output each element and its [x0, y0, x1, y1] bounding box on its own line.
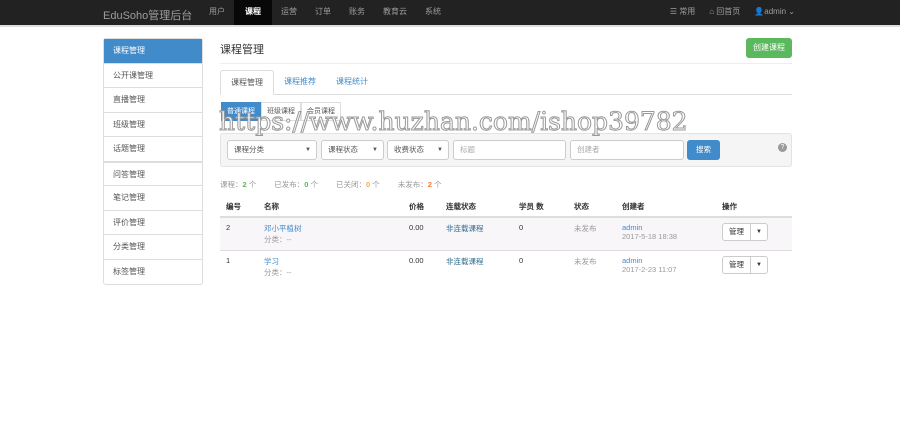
- closed-count: 0: [366, 180, 371, 189]
- tab-course-manage[interactable]: 课程管理: [220, 70, 274, 95]
- brand[interactable]: EduSoho管理后台: [103, 7, 192, 23]
- search-button[interactable]: 搜索: [687, 140, 720, 160]
- caret-icon: ▼: [305, 147, 311, 153]
- pill-normal[interactable]: 普通课程: [221, 102, 261, 121]
- course-type-pills: 普通课程 班级课程 会员课程: [221, 102, 341, 121]
- unpublished-count: 2: [427, 180, 432, 189]
- chevron-down-icon: ⌄: [786, 7, 795, 16]
- table-row: 2 邓小平植树 分类：-- 0.00 非连载课程 0 未发布 admin 2017-…: [220, 216, 792, 251]
- col-creator: 创建者: [616, 197, 716, 218]
- sidebar: 课程管理 公开课管理 直播管理 班级管理 话题管理 问答管理 笔记管理 评价管理…: [103, 38, 203, 285]
- pill-class[interactable]: 班级课程: [261, 102, 301, 121]
- category-select[interactable]: 课程分类 ▼: [227, 140, 317, 160]
- help-icon[interactable]: ?: [778, 143, 787, 152]
- manage-button[interactable]: 管理: [723, 257, 750, 273]
- creator-link[interactable]: admin: [622, 256, 710, 265]
- top-navbar: EduSoho管理后台 用户 课程 运营 订单 账务 教育云 系统 ☰ 常用 ⌂…: [0, 0, 900, 27]
- sidebar-item-category[interactable]: 分类管理: [104, 235, 202, 260]
- table-row: 1 学习 分类：-- 0.00 非连载课程 0 未发布 admin 2017-2-2…: [220, 250, 792, 284]
- sidebar-item-topic[interactable]: 话题管理: [104, 137, 202, 162]
- pill-member[interactable]: 会员课程: [301, 102, 341, 121]
- nav-cloud[interactable]: 教育云: [374, 0, 416, 25]
- charge-select[interactable]: 收费状态 ▼: [387, 140, 449, 160]
- nav-common[interactable]: ☰ 常用: [670, 0, 695, 24]
- creator-input[interactable]: 创建者: [570, 140, 684, 160]
- divider: [220, 63, 792, 64]
- nav-home[interactable]: ⌂ 回首页: [709, 0, 740, 24]
- sidebar-item-tags[interactable]: 标签管理: [104, 260, 202, 285]
- nav-courses[interactable]: 课程: [234, 0, 272, 25]
- nav-finance[interactable]: 账务: [340, 0, 374, 25]
- filter-panel: 课程分类 ▼ 课程状态 ▼ 收费状态 ▼ 标题 创建者 搜索 ?: [220, 133, 792, 167]
- create-course-button[interactable]: 创建课程: [746, 38, 792, 58]
- user-icon: 👤: [754, 7, 765, 16]
- col-action: 操作: [716, 197, 792, 218]
- tab-course-recommend[interactable]: 课程推荐: [274, 70, 326, 94]
- creator-link[interactable]: admin: [622, 223, 710, 232]
- status-select[interactable]: 课程状态 ▼: [321, 140, 384, 160]
- col-status: 状态: [568, 197, 616, 218]
- nav-operations[interactable]: 运营: [272, 0, 306, 25]
- page-title: 课程管理: [220, 44, 264, 56]
- user-menu[interactable]: 👤admin ⌄: [754, 0, 795, 24]
- sidebar-item-live[interactable]: 直播管理: [104, 88, 202, 113]
- nav-orders[interactable]: 订单: [306, 0, 340, 25]
- col-serial: 连载状态: [440, 197, 513, 218]
- list-icon: ☰: [669, 7, 680, 16]
- sidebar-item-reviews[interactable]: 评价管理: [104, 211, 202, 235]
- col-price: 价格: [403, 197, 440, 218]
- tabs: 课程管理 课程推荐 课程统计: [220, 70, 792, 95]
- sidebar-item-notes[interactable]: 笔记管理: [104, 186, 202, 211]
- col-students: 学员 数: [513, 197, 568, 218]
- col-name: 名称: [258, 197, 403, 218]
- course-name-link[interactable]: 邓小平植树: [264, 223, 397, 234]
- caret-down-icon[interactable]: ▼: [750, 224, 767, 240]
- total-count: 2: [242, 180, 247, 189]
- sidebar-item-class[interactable]: 班级管理: [104, 113, 202, 137]
- caret-down-icon[interactable]: ▼: [750, 257, 767, 273]
- title-input[interactable]: 标题: [453, 140, 566, 160]
- nav-system[interactable]: 系统: [416, 0, 450, 25]
- manage-button-group[interactable]: 管理 ▼: [722, 256, 768, 274]
- manage-button-group[interactable]: 管理 ▼: [722, 223, 768, 241]
- published-count: 0: [304, 180, 309, 189]
- manage-button[interactable]: 管理: [723, 224, 750, 240]
- sidebar-item-qa[interactable]: 问答管理: [104, 161, 202, 186]
- sidebar-item-course[interactable]: 课程管理: [104, 39, 202, 64]
- caret-icon: ▼: [372, 147, 378, 153]
- caret-icon: ▼: [437, 147, 443, 153]
- col-id: 编号: [220, 197, 258, 218]
- nav-users[interactable]: 用户: [200, 0, 234, 25]
- sidebar-item-open-course[interactable]: 公开课管理: [104, 64, 202, 88]
- tab-course-stats[interactable]: 课程统计: [326, 70, 378, 94]
- course-name-link[interactable]: 学习: [264, 256, 397, 267]
- course-stats: 课程：2 个 已发布：0 个 已关闭：0 个 未发布：2 个: [220, 180, 442, 189]
- course-table: 编号 名称 价格 连载状态 学员 数 状态 创建者 操作 2 邓小平植树 分类：-…: [220, 197, 792, 284]
